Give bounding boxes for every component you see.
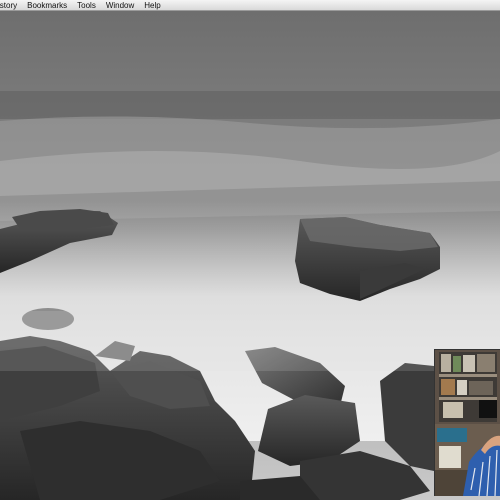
menu-tools[interactable]: Tools (72, 0, 101, 11)
webcam-overlay[interactable] (434, 349, 500, 496)
webcam-feed-icon (435, 350, 500, 496)
menu-bar: istory Bookmarks Tools Window Help (0, 0, 500, 11)
menu-history[interactable]: istory (0, 0, 22, 11)
menu-window[interactable]: Window (101, 0, 139, 11)
menu-help[interactable]: Help (139, 0, 165, 11)
desktop-wallpaper (0, 11, 500, 500)
menu-bookmarks[interactable]: Bookmarks (22, 0, 72, 11)
